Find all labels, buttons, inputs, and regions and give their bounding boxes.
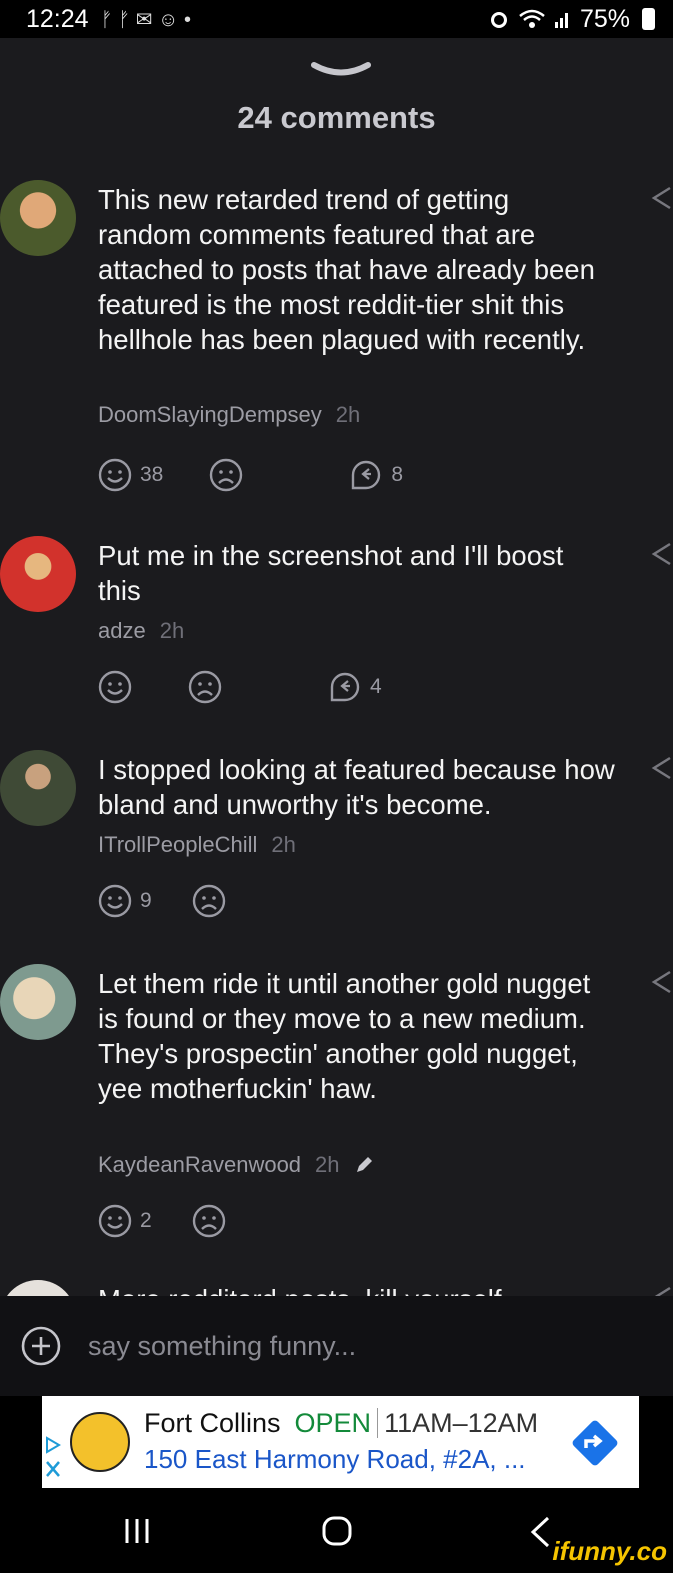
comment-item: Put me in the screenshot and I'll boost … — [0, 536, 673, 716]
smile-button[interactable]: 38 — [98, 458, 163, 492]
share-icon[interactable] — [648, 754, 673, 782]
status-bar: 12:24 ᚠ ᚠ ✉ ☺ • 75% — [0, 0, 673, 38]
notification-icons: ᚠ ᚠ ✉ ☺ • — [100, 8, 191, 31]
unsmile-button[interactable] — [209, 458, 243, 492]
ad-headline: Fort Collins OPEN 11AM–12AM — [144, 1408, 539, 1439]
smile-icon — [98, 458, 132, 492]
watermark: ifunny.co — [552, 1536, 667, 1566]
avatar[interactable] — [0, 1280, 76, 1296]
smile-button[interactable]: 9 — [98, 884, 152, 918]
wifi-icon — [519, 9, 545, 28]
ad-hours: 11AM–12AM — [377, 1408, 539, 1438]
smile-icon — [98, 670, 132, 704]
avatar[interactable] — [0, 964, 76, 1040]
comment-actions: 4 — [98, 670, 382, 704]
signal-icon — [554, 13, 568, 28]
comments-sheet: 24 comments This new retarded trend of g… — [0, 38, 673, 1296]
battery-icon — [642, 8, 655, 30]
smile-count: 2 — [140, 1209, 152, 1232]
comment-author[interactable]: KaydeanRavenwood — [98, 1152, 301, 1178]
comment-text: Let them ride it until another gold nugg… — [98, 968, 591, 1104]
comment-time: 2h — [271, 832, 296, 857]
comment-input-placeholder[interactable]: say something funny... — [88, 1331, 356, 1362]
comment-item: This new retarded trend of getting rando… — [0, 180, 673, 510]
collapse-chevron-icon[interactable] — [310, 60, 372, 80]
comment-text: I stopped looking at featured because ho… — [98, 754, 615, 820]
unsmile-icon — [210, 458, 243, 492]
unsmile-button[interactable] — [192, 884, 226, 918]
edited-pencil-icon — [356, 1157, 372, 1172]
alarm-icon — [490, 12, 507, 28]
comment-author[interactable]: adze — [98, 618, 146, 644]
avatar[interactable] — [0, 180, 76, 256]
unsmile-icon — [188, 670, 222, 704]
comment-time: 2h — [315, 1152, 340, 1177]
reply-count: 4 — [370, 675, 382, 698]
smile-button[interactable] — [98, 670, 140, 704]
share-icon[interactable] — [648, 968, 673, 996]
comment-actions: 2 — [98, 1204, 226, 1238]
ad-banner[interactable]: Fort Collins OPEN 11AM–12AM 150 East Harmo… — [42, 1396, 639, 1488]
share-icon[interactable] — [648, 184, 673, 212]
unsmile-icon — [192, 1204, 225, 1238]
comment-meta: KaydeanRavenwood 2h — [98, 1152, 374, 1178]
comment-time: 2h — [159, 618, 185, 643]
comment-author[interactable]: DoomSlayingDempsey — [98, 402, 322, 428]
ad-business-name: Fort Collins — [144, 1408, 281, 1438]
comment-author[interactable]: ITrollPeopleChill — [98, 832, 257, 858]
home-icon[interactable] — [322, 1516, 352, 1546]
system-nav-bar: ifunny.co — [0, 1496, 673, 1573]
comment-input-bar[interactable]: say something funny... — [0, 1296, 673, 1396]
share-icon[interactable] — [648, 1284, 673, 1296]
comment-meta: ITrollPeopleChill 2h — [98, 832, 296, 858]
comment-item: More redditard posts, kill yourself — [0, 1280, 673, 1296]
ad-open-status: OPEN — [294, 1408, 372, 1438]
reply-button[interactable]: 4 — [328, 670, 382, 704]
comment-item: I stopped looking at featured because ho… — [0, 750, 673, 930]
add-icon[interactable] — [20, 1325, 62, 1367]
comment-text: More redditard posts, kill yourself — [98, 1282, 608, 1296]
unsmile-icon — [192, 884, 225, 918]
share-icon[interactable] — [648, 540, 673, 568]
comment-meta: adze 2h — [98, 618, 184, 644]
reply-count: 8 — [391, 463, 404, 486]
smile-count: 9 — [140, 889, 152, 912]
reply-button[interactable]: 8 — [349, 458, 403, 492]
recent-apps-icon[interactable] — [122, 1516, 152, 1546]
ad-logo — [70, 1412, 130, 1472]
smile-button[interactable]: 2 — [98, 1204, 152, 1238]
comment-meta: DoomSlayingDempsey 2h — [98, 402, 360, 428]
ad-address: 150 East Harmony Road, #2A, ... — [144, 1444, 526, 1474]
smile-icon — [98, 884, 132, 918]
back-icon[interactable] — [528, 1516, 552, 1548]
reply-icon — [330, 672, 360, 702]
comment-actions: 9 — [98, 884, 226, 918]
directions-icon[interactable] — [568, 1416, 622, 1470]
smile-icon — [98, 1204, 132, 1238]
unsmile-button[interactable] — [192, 1204, 226, 1238]
unsmile-button[interactable] — [188, 670, 222, 704]
status-time: 12:24 — [26, 4, 89, 33]
comments-count-title: 24 comments — [237, 100, 436, 135]
ad-banner-area: Fort Collins OPEN 11AM–12AM 150 East Harmo… — [0, 1396, 673, 1496]
ad-choices-icon[interactable] — [44, 1436, 62, 1480]
smile-count: 38 — [140, 463, 164, 486]
comment-item: Let them ride it until another gold nugg… — [0, 964, 673, 1244]
avatar[interactable] — [0, 750, 76, 826]
comment-text: This new retarded trend of getting rando… — [98, 184, 595, 355]
battery-percent: 75% — [579, 4, 630, 33]
comment-time: 2h — [335, 402, 361, 427]
comment-actions: 38 8 — [98, 458, 403, 492]
comment-text: Put me in the screenshot and I'll boost … — [98, 540, 564, 606]
reply-icon — [352, 460, 381, 490]
avatar[interactable] — [0, 536, 76, 612]
